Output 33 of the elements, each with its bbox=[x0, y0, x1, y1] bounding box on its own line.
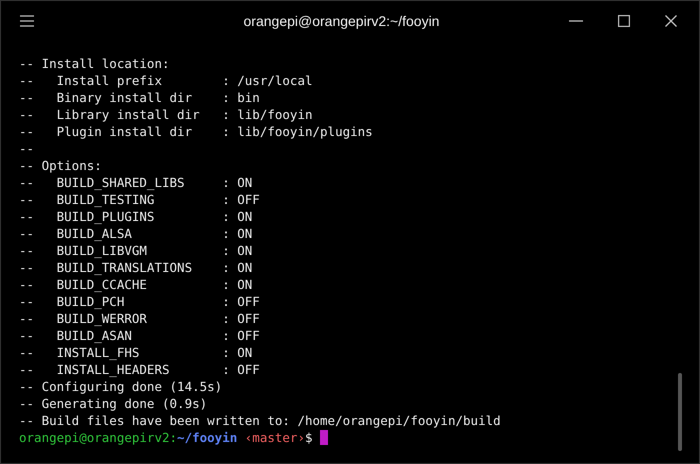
terminal-output-line: -- BUILD_SHARED_LIBS : ON bbox=[19, 174, 252, 191]
terminal-output-line: -- BUILD_ALSA : ON bbox=[19, 225, 252, 242]
maximize-icon[interactable] bbox=[618, 15, 630, 27]
git-branch: ‹master› bbox=[244, 429, 305, 446]
terminal-output-line: -- Configuring done (14.5s) bbox=[19, 378, 222, 395]
minimize-icon[interactable] bbox=[569, 20, 583, 22]
terminal-output-line: -- BUILD_PCH : OFF bbox=[19, 293, 260, 310]
prompt-symbol: $ bbox=[304, 429, 313, 446]
scrollbar[interactable] bbox=[678, 373, 682, 451]
terminal-output-line: -- Install prefix : /usr/local bbox=[19, 72, 312, 89]
terminal-output-line: -- BUILD_WERROR : OFF bbox=[19, 310, 260, 327]
terminal-output-line: -- BUILD_ASAN : OFF bbox=[19, 327, 260, 344]
terminal-output-line: -- BUILD_LIBVGM : ON bbox=[19, 242, 252, 259]
close-icon[interactable] bbox=[665, 15, 677, 27]
terminal-output-line: -- BUILD_TESTING : OFF bbox=[19, 191, 260, 208]
terminal-output-line: -- BUILD_PLUGINS : ON bbox=[19, 208, 252, 225]
terminal-output-line: -- bbox=[19, 140, 34, 157]
terminal-output-line: -- BUILD_CCACHE : ON bbox=[19, 276, 252, 293]
text-cursor bbox=[320, 430, 328, 445]
window-title: orangepi@orangepirv2:~/fooyin bbox=[242, 13, 440, 29]
terminal-output-line: -- BUILD_TRANSLATIONS : ON bbox=[19, 259, 252, 276]
terminal-output-line: -- Plugin install dir : lib/fooyin/plugins bbox=[19, 123, 373, 140]
terminal-output-line: -- INSTALL_HEADERS : OFF bbox=[19, 361, 260, 378]
terminal-output-line: -- Binary install dir : bin bbox=[19, 89, 260, 106]
prompt-path: ~/fooyin bbox=[177, 429, 238, 446]
terminal-output-line: -- Generating done (0.9s) bbox=[19, 395, 208, 412]
menu-icon[interactable] bbox=[20, 15, 34, 27]
terminal-output-line: -- Options: bbox=[19, 157, 102, 174]
prompt-user-host: orangepi@orangepirv2: bbox=[19, 429, 178, 446]
terminal-output-line: -- Library install dir : lib/fooyin bbox=[19, 106, 312, 123]
terminal-output-line: -- INSTALL_FHS : ON bbox=[19, 344, 252, 361]
terminal-output-line: -- Install location: bbox=[19, 55, 170, 72]
terminal-output-line: -- Build files have been written to: /home/orangepi/fooyin/build bbox=[19, 412, 501, 429]
